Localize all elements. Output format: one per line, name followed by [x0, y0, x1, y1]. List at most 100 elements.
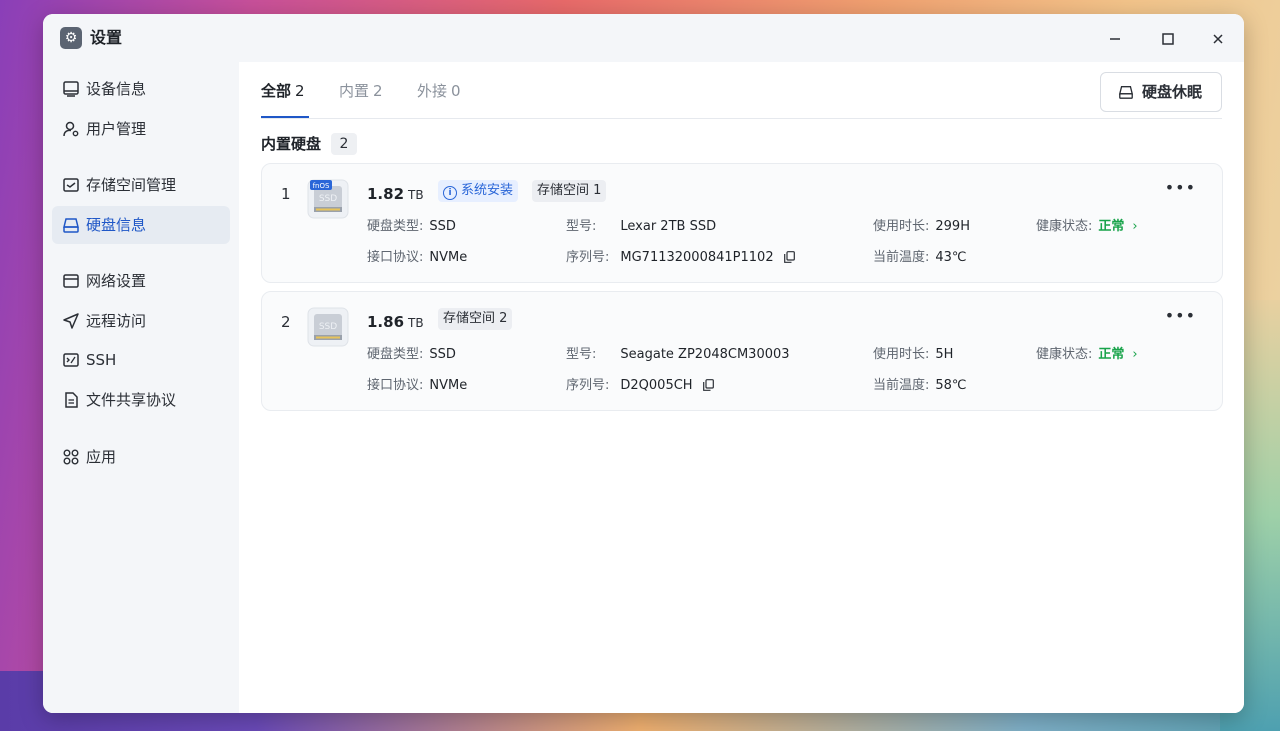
storage-icon: [63, 178, 79, 192]
serial-label: 序列号:: [566, 250, 610, 265]
capacity-value: 1.86: [367, 313, 405, 331]
sidebar-item-label: 设备信息: [86, 80, 147, 98]
disk-interface: 接口协议: NVMe: [367, 249, 467, 267]
usage-hours-value: 5H: [935, 347, 954, 362]
health-label: 健康状态:: [1036, 347, 1093, 362]
disk-type-value: SSD: [429, 347, 456, 362]
disk-icon: [1118, 86, 1134, 99]
sidebar-item-label: 硬盘信息: [86, 216, 147, 234]
tab-count: 2: [373, 82, 383, 100]
disk-model: 型号: Seagate ZP2048CM30003: [566, 346, 790, 364]
window-title: 设置: [90, 28, 123, 47]
temperature-label: 当前温度:: [873, 250, 930, 265]
settings-window: ⚙ 设置 设备信息 用户管理 存储空间管理 硬盘信息 网络设置 远程访问 SSH…: [43, 14, 1244, 713]
sidebar-item-disk-info[interactable]: 硬盘信息: [52, 206, 230, 244]
capacity-unit: TB: [408, 188, 424, 202]
sidebar-item-label: 远程访问: [86, 312, 147, 330]
disk-model: 型号: Lexar 2TB SSD: [566, 218, 716, 236]
disk-usage-hours: 使用时长: 5H: [873, 346, 953, 364]
close-button[interactable]: [1205, 26, 1231, 52]
sidebar-item-label: SSH: [86, 351, 117, 369]
terminal-icon: [63, 353, 79, 367]
sidebar-item-apps[interactable]: 应用: [52, 438, 230, 476]
sidebar-item-user-management[interactable]: 用户管理: [52, 110, 230, 148]
copy-icon[interactable]: [702, 379, 714, 391]
tab-label: 内置: [339, 82, 370, 100]
interface-value: NVMe: [429, 250, 468, 265]
serial-label: 序列号:: [566, 378, 610, 393]
disk-type-label: 硬盘类型:: [367, 219, 424, 234]
tab-label: 全部: [261, 82, 292, 100]
sidebar-item-file-sharing[interactable]: 文件共享协议: [52, 381, 230, 419]
sidebar-item-label: 应用: [86, 448, 117, 466]
interface-label: 接口协议:: [367, 378, 424, 393]
minimize-button[interactable]: [1102, 26, 1128, 52]
watermark-logo: 小黑盒: [1132, 671, 1240, 711]
main-content: 全部 2 内置 2 外接 0 硬盘休眠 内置硬盘 2 1 SSD fnOS 1.…: [239, 62, 1244, 713]
active-tab-indicator: [261, 116, 309, 118]
tab-bar: 全部 2 内置 2 外接 0: [261, 62, 1222, 119]
disk-sleep-label: 硬盘休眠: [1142, 83, 1203, 101]
disk-temperature: 当前温度: 58℃: [873, 377, 967, 395]
ssd-drive-icon: SSD fnOS: [307, 179, 349, 219]
disk-serial: 序列号: D2Q005CH: [566, 377, 714, 395]
tab-external[interactable]: 外接 0: [417, 81, 461, 101]
ssd-label-text: SSD: [319, 322, 337, 332]
maximize-icon: [1162, 33, 1174, 45]
interface-label: 接口协议:: [367, 250, 424, 265]
chevron-right-icon[interactable]: ›: [1132, 219, 1137, 234]
close-icon: [1213, 34, 1223, 44]
tab-internal[interactable]: 内置 2: [339, 81, 383, 101]
disk-temperature: 当前温度: 43℃: [873, 249, 967, 267]
health-value: 正常: [1098, 219, 1125, 234]
disk-sleep-button[interactable]: 硬盘休眠: [1100, 72, 1222, 112]
sidebar-item-ssh[interactable]: SSH: [52, 341, 230, 379]
disk-index: 1: [281, 185, 291, 203]
system-install-label: 系统安装: [461, 183, 514, 198]
settings-gear-icon: ⚙: [60, 27, 82, 49]
disk-type: 硬盘类型: SSD: [367, 346, 456, 364]
sidebar-item-network[interactable]: 网络设置: [52, 262, 230, 300]
file-icon: [65, 392, 78, 408]
maximize-button[interactable]: [1155, 26, 1181, 52]
tab-count: 2: [295, 82, 305, 100]
capacity-value: 1.82: [367, 185, 405, 203]
usage-hours-value: 299H: [935, 219, 970, 234]
interface-value: NVMe: [429, 378, 468, 393]
sidebar-item-storage[interactable]: 存储空间管理: [52, 166, 230, 204]
capacity-unit: TB: [408, 316, 424, 330]
tab-all[interactable]: 全部 2: [261, 81, 305, 101]
disk-model-label: 型号:: [566, 347, 597, 362]
sidebar: 设备信息 用户管理 存储空间管理 硬盘信息 网络设置 远程访问 SSH 文件共享…: [43, 62, 239, 713]
disk-usage-hours: 使用时长: 299H: [873, 218, 970, 236]
tab-label: 外接: [417, 82, 448, 100]
disk-capacity: 1.86 TB: [367, 312, 424, 333]
disk-model-value: Lexar 2TB SSD: [620, 219, 717, 234]
monitor-icon: [63, 81, 79, 97]
disk-model-value: Seagate ZP2048CM30003: [620, 347, 790, 362]
user-gear-icon: [63, 121, 79, 137]
disk-card-2[interactable]: 2 SSD 1.86 TB 存储空间 2 ••• 硬盘类型: SSD 型号: Seag…: [261, 291, 1223, 411]
disk-health[interactable]: 健康状态: 正常 ›: [1036, 218, 1138, 236]
network-icon: [63, 274, 79, 288]
disk-serial: 序列号: MG71132000841P1102: [566, 249, 795, 267]
health-label: 健康状态:: [1036, 219, 1093, 234]
health-value: 正常: [1098, 347, 1125, 362]
chevron-right-icon[interactable]: ›: [1132, 347, 1137, 362]
tab-count: 0: [451, 82, 461, 100]
disk-capacity: 1.82 TB: [367, 184, 424, 205]
storage-pool-tag: 存储空间 1: [532, 180, 607, 202]
disk-type-value: SSD: [429, 219, 456, 234]
disk-health[interactable]: 健康状态: 正常 ›: [1036, 346, 1138, 364]
temperature-value: 43℃: [935, 250, 967, 265]
more-options-icon[interactable]: •••: [1165, 178, 1196, 197]
disk-card-1[interactable]: 1 SSD fnOS 1.82 TB i 系统安装 存储空间 1 ••• 硬盘类型:…: [261, 163, 1223, 283]
more-options-icon[interactable]: •••: [1165, 306, 1196, 325]
disk-index: 2: [281, 313, 291, 331]
system-install-tag: i 系统安装: [438, 180, 519, 202]
copy-icon[interactable]: [783, 251, 795, 263]
fnos-badge: fnOS: [313, 182, 330, 190]
sidebar-item-remote-access[interactable]: 远程访问: [52, 302, 230, 340]
sidebar-item-device-info[interactable]: 设备信息: [52, 70, 230, 108]
sidebar-item-label: 文件共享协议: [86, 391, 177, 409]
